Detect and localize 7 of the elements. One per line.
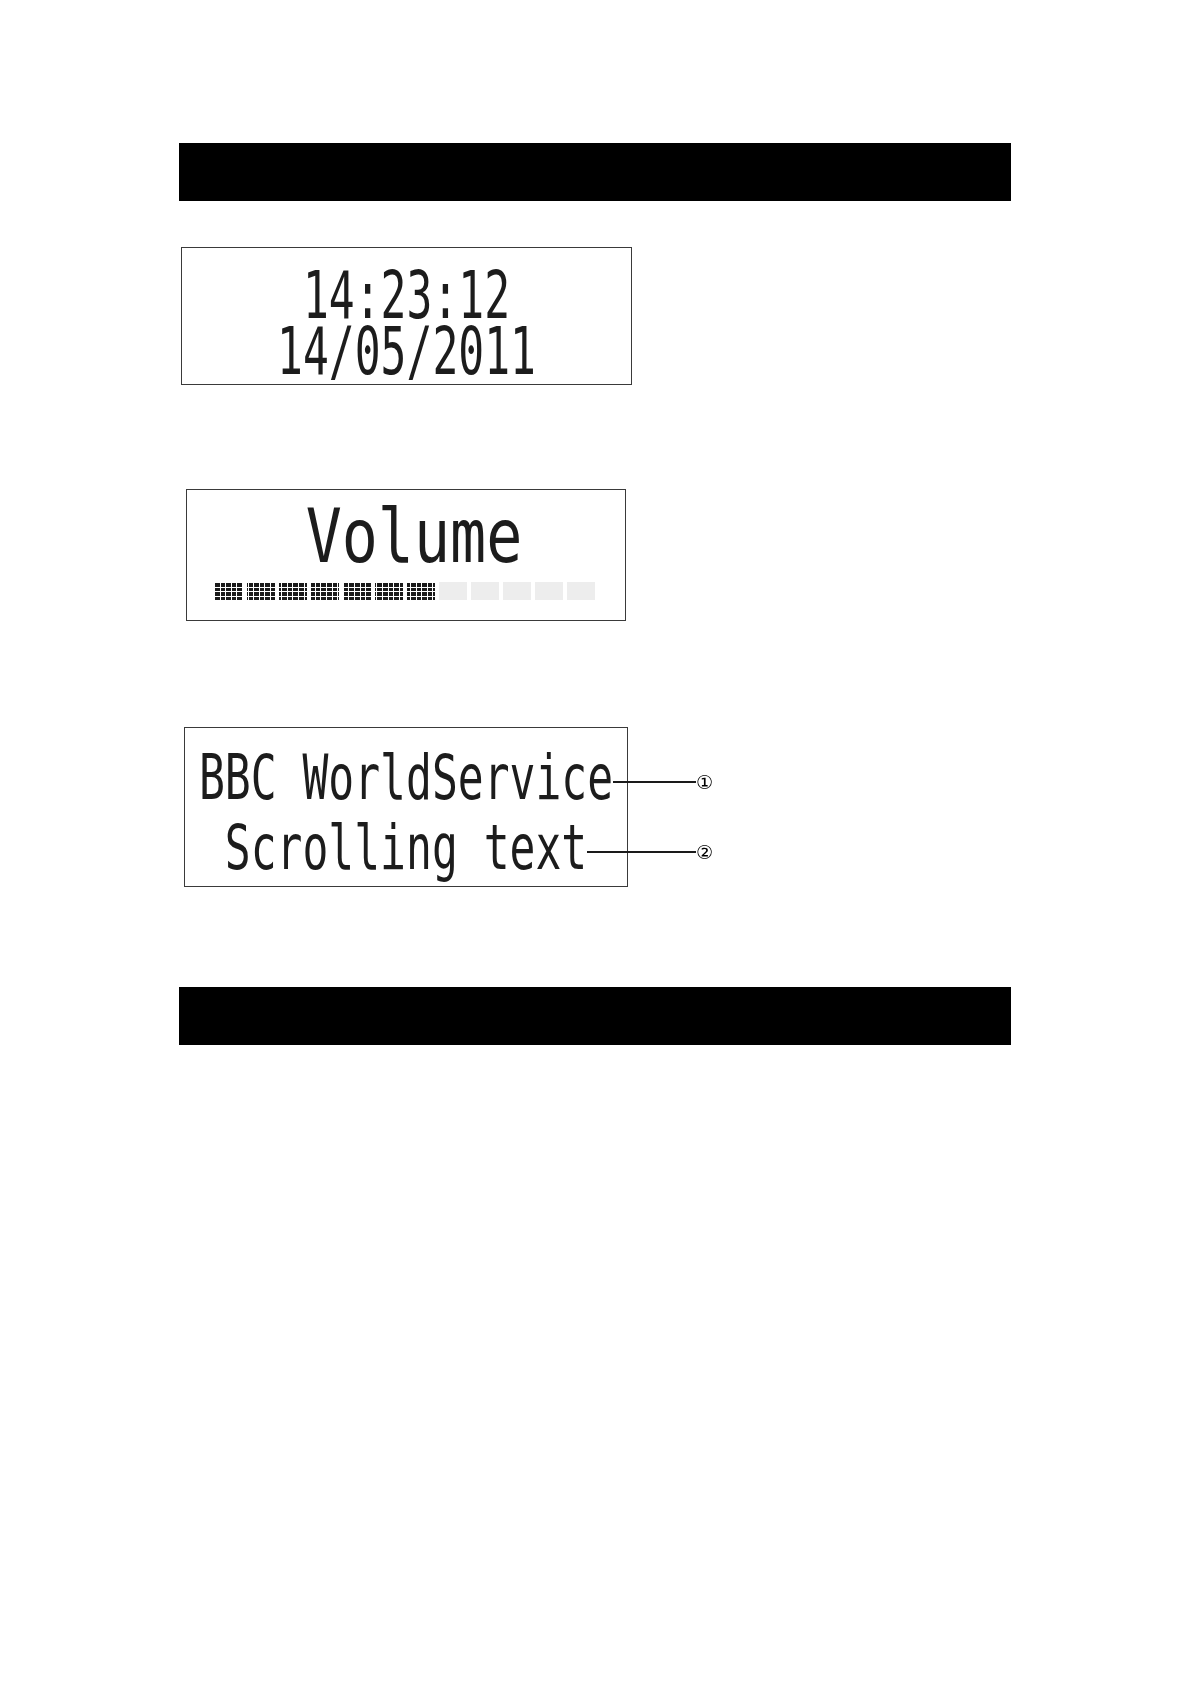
display-text: Volume <box>305 505 523 567</box>
callout-marker: ② <box>695 842 713 862</box>
display-text: Scrolling text <box>224 812 588 882</box>
callout-marker: ① <box>695 772 713 792</box>
display-text: 14:23:12 <box>302 267 511 323</box>
display-text: BBC WorldService <box>198 742 614 812</box>
display-text: 14/05/2011 <box>277 323 536 379</box>
